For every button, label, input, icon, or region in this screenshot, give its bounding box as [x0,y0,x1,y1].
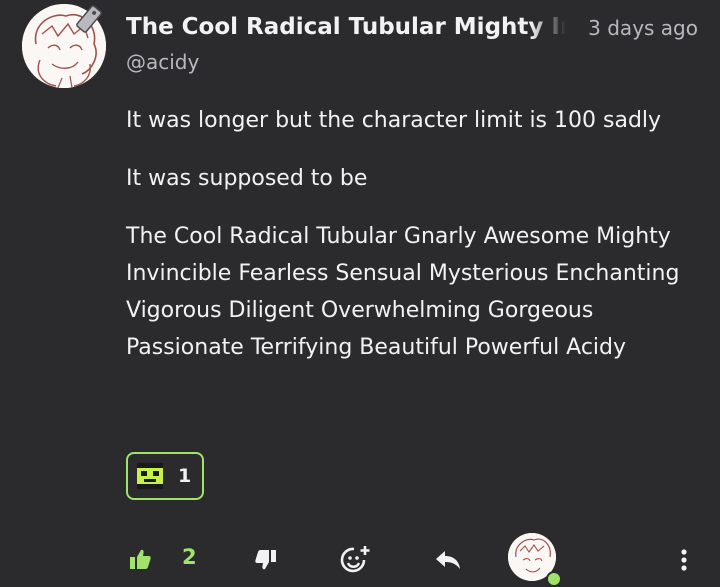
post-paragraph: It was longer but the character limit is… [126,108,662,133]
post-paragraph: It was supposed to be [126,166,368,191]
online-status-dot [546,571,562,587]
more-options-icon [681,549,687,571]
thumbs-down-icon [255,550,276,570]
post-paragraph: The Cool Radical Tubular Gnarly Awesome … [126,224,680,360]
reaction-count: 1 [178,465,192,487]
like-count: 2 [182,545,197,569]
tag-badge-icon [76,5,102,33]
author-name[interactable]: The Cool Radical Tubular Mighty Invincib… [126,14,566,40]
post-body: It was longer but the character limit is… [126,102,696,387]
author-handle[interactable]: @acidy [126,50,199,74]
reply-icon [436,551,460,569]
add-reaction-button[interactable] [340,544,372,576]
reaction-chip[interactable]: 1 [126,452,204,500]
reply-button[interactable] [434,548,462,572]
thumbs-up-icon [130,549,151,569]
action-bar: 2 [0,530,720,582]
green-square-face-emoji-icon [137,463,163,489]
dislike-button[interactable] [254,548,278,572]
more-options-button[interactable] [674,548,694,572]
like-button[interactable] [128,547,152,571]
timestamp[interactable]: 3 days ago [588,16,698,40]
add-reaction-icon [340,546,370,573]
